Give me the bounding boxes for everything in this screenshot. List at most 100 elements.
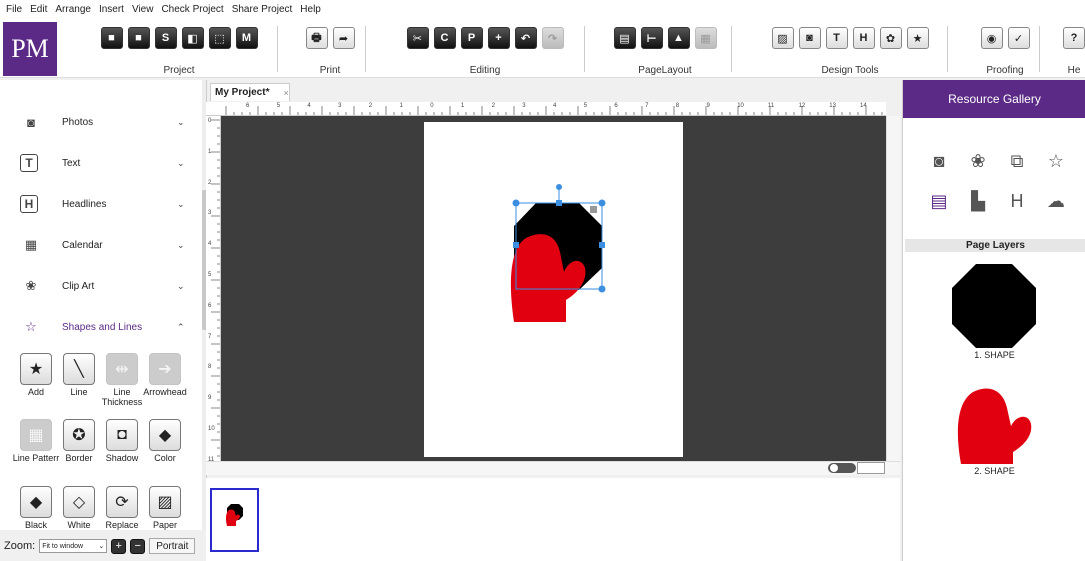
help-icon[interactable]: ? — [1063, 27, 1085, 49]
layers-icon[interactable]: ▤ — [613, 27, 636, 49]
page-thumbnail[interactable] — [210, 488, 259, 552]
new-doc-icon[interactable]: ■ — [100, 27, 123, 49]
replace-icon: ⟳ — [106, 486, 138, 518]
menu-arrange[interactable]: Arrange — [55, 4, 91, 15]
save-as-icon[interactable]: ◧ — [181, 27, 204, 49]
layer-1-preview[interactable] — [951, 263, 1037, 349]
page[interactable] — [424, 122, 683, 457]
line-icon: ╲ — [63, 353, 95, 385]
save-icon[interactable]: S — [154, 27, 177, 49]
layouts-gallery-icon[interactable]: ▤ — [926, 188, 952, 214]
menu-view[interactable]: View — [132, 4, 154, 15]
photo-gallery-icon[interactable]: ◙ — [926, 148, 952, 174]
sidebar-item-label: Shapes and Lines — [62, 321, 143, 333]
menu-insert[interactable]: Insert — [99, 4, 124, 15]
layer-1-octagon — [952, 264, 1036, 348]
headline-gallery-icon[interactable]: H — [1004, 188, 1030, 214]
cut-icon[interactable]: ✂ — [406, 27, 429, 49]
printer-icon[interactable]: 🖶 — [305, 27, 328, 49]
zoom-in-button[interactable]: + — [111, 538, 127, 554]
document-tab[interactable]: My Project* × — [210, 83, 290, 101]
menu-file[interactable]: File — [6, 4, 22, 15]
tool-label: Color — [154, 453, 176, 463]
canvas-vertical-scrollbar[interactable] — [886, 116, 900, 461]
zoom-select[interactable]: Fit to window ⌄ — [39, 539, 108, 553]
chevron-down-icon[interactable]: ⌄ — [177, 281, 185, 292]
ruler-number: 2 — [208, 179, 212, 186]
share-icon[interactable]: ➦ — [332, 27, 355, 49]
paste-special-icon[interactable]: + — [487, 27, 510, 49]
spellcheck-icon[interactable]: ✓ — [1007, 27, 1030, 49]
zoom-slider-box[interactable] — [857, 462, 885, 474]
chevron-down-icon[interactable]: ⌄ — [177, 158, 185, 169]
layer-2-preview[interactable] — [951, 380, 1037, 466]
ribbon-group-label: PageLayout — [638, 65, 692, 76]
ribbon-group-icons: ▨ ◙ T H ✿ ★ — [758, 22, 942, 54]
shape-icon[interactable]: ★ — [906, 27, 929, 49]
guides-icon[interactable]: ⊢ — [640, 27, 663, 49]
folder-icon[interactable]: ■ — [127, 27, 150, 49]
background-icon[interactable]: ▦ — [694, 27, 717, 49]
camera-icon[interactable]: ◙ — [798, 27, 821, 49]
canvas-horizontal-scrollbar[interactable] — [206, 461, 900, 475]
close-tab-icon[interactable]: × — [283, 88, 288, 98]
menu-edit[interactable]: Edit — [30, 4, 47, 15]
text-tool-icon[interactable]: T — [825, 27, 848, 49]
shapes-gallery-icon[interactable]: ⧉ — [1004, 148, 1030, 174]
chevron-down-icon[interactable]: ⌄ — [177, 117, 185, 128]
headline-icon[interactable]: H — [852, 27, 875, 49]
tool-color[interactable]: ◆ Color — [139, 419, 191, 463]
zoom-out-button[interactable]: − — [130, 538, 146, 554]
sidebar-item-headlines[interactable]: H Headlines ⌄ — [0, 184, 200, 224]
star-gallery-icon[interactable]: ☆ — [1043, 148, 1069, 174]
menu-share-project[interactable]: Share Project — [232, 4, 293, 15]
redo-icon[interactable]: ↷ — [541, 27, 564, 49]
menu-help[interactable]: Help — [300, 4, 321, 15]
resize-handle-left[interactable] — [513, 242, 519, 248]
ruler-number: 4 — [307, 103, 311, 109]
paste-icon[interactable]: P — [460, 27, 483, 49]
sidebar-item-shapes-and-lines[interactable]: ☆ Shapes and Lines ⌃ — [0, 307, 200, 347]
orientation-button[interactable]: Portrait — [149, 538, 196, 554]
export-icon[interactable]: ⬚ — [208, 27, 231, 49]
chevron-down-icon[interactable]: ⌄ — [177, 199, 185, 210]
resize-handle-tr[interactable] — [598, 199, 606, 207]
resize-handle-top[interactable] — [556, 200, 562, 206]
rotate-handle[interactable] — [556, 184, 562, 190]
clipart-icon[interactable]: ✿ — [879, 27, 902, 49]
border-icon: ✪ — [63, 419, 95, 451]
chevron-down-icon[interactable]: ⌄ — [177, 240, 185, 251]
sidebar-item-photos[interactable]: ◙ Photos ⌄ — [0, 102, 200, 142]
template-icon[interactable]: M — [235, 27, 258, 49]
undo-icon[interactable]: ↶ — [514, 27, 537, 49]
align-icon[interactable]: ▲ — [667, 27, 690, 49]
ribbon-group-label: Print — [319, 65, 341, 76]
sidebar-item-clip-art[interactable]: ❀ Clip Art ⌄ — [0, 266, 200, 306]
ruler-number: 4 — [208, 241, 212, 248]
image-icon[interactable]: ▨ — [771, 27, 794, 49]
tool-paper[interactable]: ▨ Paper — [139, 486, 191, 530]
online-gallery-icon[interactable]: ☁ — [1043, 188, 1069, 214]
ruler-number: 9 — [706, 103, 710, 109]
clipart-gallery-icon[interactable]: ❀ — [965, 148, 991, 174]
resize-handle-br[interactable] — [598, 285, 606, 293]
adjust-handle[interactable] — [590, 206, 597, 213]
resize-handle-tl[interactable] — [512, 199, 520, 207]
templates-gallery-icon[interactable]: ▙ — [965, 188, 991, 214]
horizontal-ruler: 6543210123456789101112131415 — [206, 102, 886, 116]
copy-icon[interactable]: C — [433, 27, 456, 49]
canvas-area[interactable] — [221, 116, 886, 461]
ribbon-group-label: Design Tools — [821, 65, 879, 76]
resize-handle-right[interactable] — [599, 242, 605, 248]
menu-check-project[interactable]: Check Project — [161, 4, 223, 15]
chevron-up-icon[interactable]: ⌃ — [177, 322, 185, 333]
preview-icon[interactable]: ◉ — [980, 27, 1003, 49]
resource-gallery-title: Resource Gallery — [903, 80, 1085, 118]
view-toggle[interactable] — [828, 463, 856, 473]
ribbon-separator — [1039, 26, 1040, 72]
page-artwork — [510, 184, 606, 322]
tool-arrowhead[interactable]: ➔ Arrowhead — [139, 353, 191, 397]
sidebar-item-calendar[interactable]: ▦ Calendar ⌄ — [0, 225, 200, 265]
sidebar-item-text[interactable]: T Text ⌄ — [0, 143, 200, 183]
ruler-number: 2 — [368, 103, 373, 109]
